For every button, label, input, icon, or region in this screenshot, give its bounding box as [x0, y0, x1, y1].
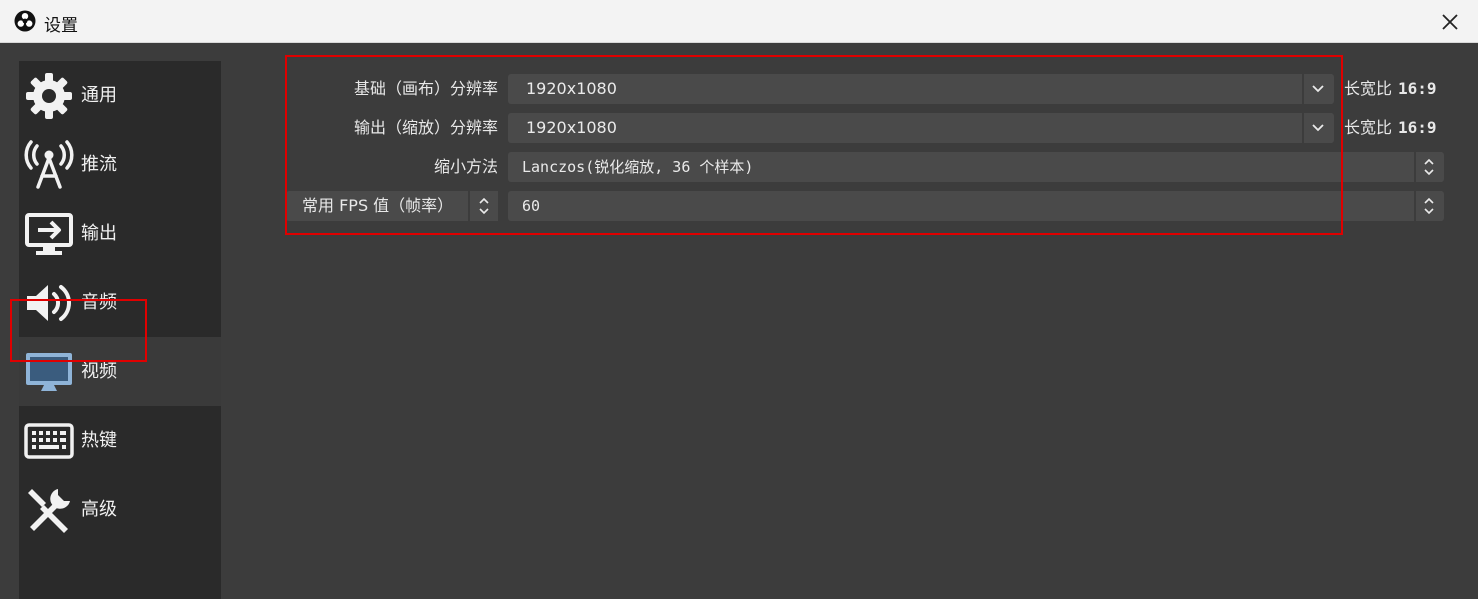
sidebar-item-label: 通用 [81, 85, 117, 106]
aspect-ratio-label: 长宽比 [1344, 118, 1393, 137]
window-title: 设置 [44, 16, 78, 36]
obs-logo-icon [14, 10, 36, 32]
sidebar-item-stream[interactable]: 推流 [19, 130, 221, 199]
output-resolution-combo[interactable]: 1920x1080 [508, 113, 1334, 143]
sidebar-item-audio[interactable]: 音频 [19, 268, 221, 337]
output-aspect-ratio: 长宽比 16:9 [1344, 118, 1437, 138]
up-down-chevron-icon [479, 197, 489, 215]
broadcast-tower-icon [23, 140, 75, 190]
base-resolution-label: 基础（画布）分辨率 [353, 79, 498, 98]
fps-type-select[interactable]: 常用 FPS 值（帧率） [286, 191, 498, 221]
sidebar-item-hotkeys[interactable]: 热键 [19, 406, 221, 475]
gear-icon [23, 71, 75, 121]
base-resolution-combo[interactable]: 1920x1080 [508, 74, 1334, 104]
sidebar-item-label: 推流 [81, 154, 117, 175]
fps-value-spin-button[interactable] [1414, 191, 1442, 221]
sidebar-item-label: 高级 [81, 499, 117, 520]
monitor-icon [23, 347, 75, 397]
sidebar-item-output[interactable]: 输出 [19, 199, 221, 268]
downscale-filter-spin-button[interactable] [1414, 152, 1442, 182]
sidebar-item-video[interactable]: 视频 [19, 337, 221, 406]
settings-window: 设置 通用 推流 输出 音频 视频 热键 高级 基础（画布）分辨率 1920x1… [0, 0, 1478, 599]
settings-sidebar: 通用 推流 输出 音频 视频 热键 高级 [19, 61, 221, 599]
output-resolution-dropdown-button[interactable] [1302, 113, 1332, 143]
fps-type-spin-button[interactable] [468, 191, 498, 221]
aspect-ratio-value: 16:9 [1398, 79, 1437, 98]
settings-content: 通用 推流 输出 音频 视频 热键 高级 基础（画布）分辨率 1920x1080… [0, 44, 1478, 599]
sidebar-item-label: 输出 [81, 223, 117, 244]
output-resolution-value: 1920x1080 [526, 118, 617, 137]
sidebar-item-label: 音频 [81, 292, 117, 313]
fps-value: 60 [522, 197, 541, 215]
downscale-filter-label: 缩小方法 [433, 157, 498, 176]
aspect-ratio-label: 长宽比 [1344, 79, 1393, 98]
base-aspect-ratio: 长宽比 16:9 [1344, 79, 1437, 99]
sidebar-item-advanced[interactable]: 高级 [19, 475, 221, 544]
fps-value-select[interactable]: 60 [508, 191, 1444, 221]
keyboard-icon [23, 416, 75, 466]
output-resolution-label: 输出（缩放）分辨率 [353, 118, 498, 137]
monitor-output-icon [23, 209, 75, 259]
sidebar-item-general[interactable]: 通用 [19, 61, 221, 130]
chevron-down-icon [1312, 85, 1324, 93]
title-bar: 设置 [0, 0, 1478, 43]
up-down-chevron-icon [1424, 158, 1434, 176]
close-button[interactable] [1436, 8, 1464, 36]
speaker-icon [23, 278, 75, 328]
downscale-filter-value: Lanczos(锐化缩放, 36 个样本) [522, 158, 754, 176]
aspect-ratio-value: 16:9 [1398, 118, 1437, 137]
up-down-chevron-icon [1424, 197, 1434, 215]
sidebar-item-label: 视频 [81, 361, 117, 382]
fps-type-label: 常用 FPS 值（帧率） [302, 196, 454, 215]
downscale-filter-select[interactable]: Lanczos(锐化缩放, 36 个样本) [508, 152, 1444, 182]
close-icon [1442, 14, 1458, 30]
tools-icon [23, 485, 75, 535]
chevron-down-icon [1312, 124, 1324, 132]
sidebar-item-label: 热键 [81, 430, 117, 451]
base-resolution-dropdown-button[interactable] [1302, 74, 1332, 104]
base-resolution-value: 1920x1080 [526, 79, 617, 98]
